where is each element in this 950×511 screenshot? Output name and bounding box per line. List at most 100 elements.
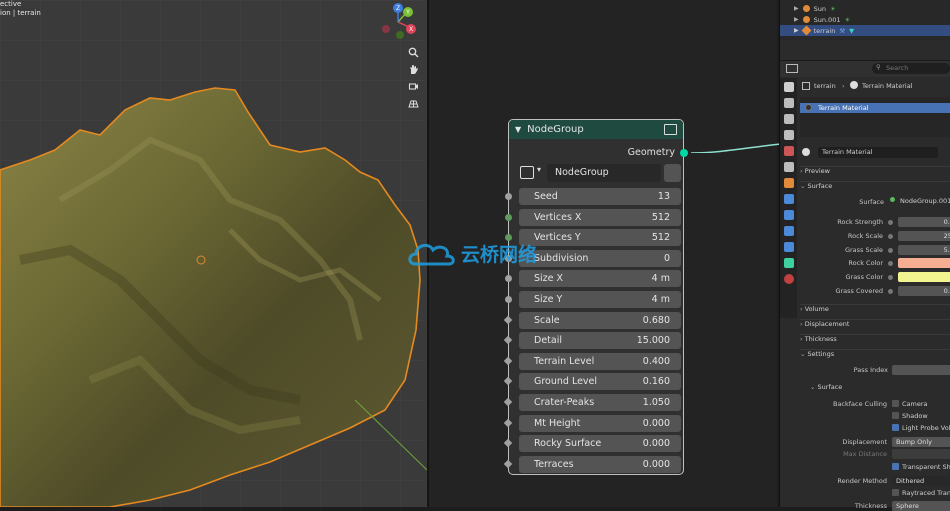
material-input-label: Rock Color	[848, 259, 883, 268]
node-input-socket[interactable]	[505, 296, 512, 303]
node-header[interactable]: ▼ NodeGroup	[509, 120, 683, 139]
color-swatch[interactable]	[898, 272, 950, 283]
3d-viewport[interactable]: ective ion | terrain Z Y X	[0, 0, 427, 507]
node-input-socket[interactable]	[503, 459, 513, 469]
constraints-icon[interactable]	[783, 242, 794, 252]
node-input-socket[interactable]	[505, 213, 512, 221]
thickness-panel-header[interactable]: › Thickness	[800, 334, 950, 347]
hand-icon[interactable]	[404, 60, 422, 78]
volume-panel-header[interactable]: › Volume	[800, 304, 950, 317]
physics-icon[interactable]	[783, 226, 794, 236]
outliner-item-label: Sun.001	[813, 15, 841, 24]
node-input-field[interactable]: Rocky Surface 0.000	[519, 435, 681, 453]
material-slot-item[interactable]: Terrain Material	[800, 103, 950, 113]
output-icon[interactable]	[783, 114, 794, 124]
dropdown-chevron-icon[interactable]: ▾	[537, 165, 541, 174]
camera-icon[interactable]	[404, 77, 422, 95]
scene-icon[interactable]	[783, 146, 794, 156]
nodegroup-node[interactable]: ▼ NodeGroup Geometry ▾ NodeGroup Seed 13 V…	[503, 119, 688, 475]
node-input-field[interactable]: Terraces 0.000	[519, 455, 681, 473]
outliner-item[interactable]: ▶ Sun.001 ☀	[794, 14, 850, 25]
group-name-field[interactable]: NodeGroup	[547, 164, 661, 182]
node-input-field[interactable]: Mt Height 0.000	[519, 414, 681, 432]
camera-checkbox[interactable]: Camera	[892, 400, 928, 408]
mesh-data-icon[interactable]	[783, 258, 794, 268]
material-input-value[interactable]: 5.0	[898, 244, 950, 255]
outliner[interactable]: ▶ Sun ☀ ▶ Sun.001 ☀ ▶ terrain ⚒ ▼	[780, 0, 950, 40]
properties-editor[interactable]: ▶ Sun ☀ ▶ Sun.001 ☀ ▶ terrain ⚒ ▼ Search…	[779, 0, 950, 511]
node-input-socket[interactable]	[503, 397, 513, 407]
thickness-mode-label: Thickness	[854, 502, 887, 510]
grid-icon[interactable]	[404, 94, 422, 112]
node-input-value: 0.680	[642, 314, 670, 326]
max-distance-field[interactable]	[892, 449, 950, 459]
viewport-object-label: ion | terrain	[0, 9, 41, 17]
render-icon[interactable]	[783, 98, 794, 108]
node-input-socket[interactable]	[503, 438, 513, 448]
material-input-value[interactable]: 25.	[898, 230, 950, 241]
material-name-field[interactable]: Terrain Material	[818, 147, 938, 158]
shadow-checkbox[interactable]: Shadow	[892, 412, 928, 420]
node-input-field[interactable]: Size Y 4 m	[519, 291, 681, 308]
node-input-field[interactable]: Scale 0.680	[519, 311, 681, 329]
node-input-field[interactable]: Ground Level 0.160	[519, 373, 681, 391]
viewport-mode-label: ective	[0, 0, 22, 8]
settings-panel-header[interactable]: ⌄ Settings	[800, 349, 950, 362]
light-probe-checkbox[interactable]: Light Probe Volu	[892, 424, 950, 432]
world-icon[interactable]	[783, 162, 794, 172]
node-input-value: 15.000	[636, 335, 670, 347]
pass-index-field[interactable]	[892, 365, 950, 375]
node-input-socket[interactable]	[503, 315, 513, 324]
node-input-label: Mt Height	[534, 417, 581, 429]
editor-type-icon[interactable]	[786, 64, 798, 73]
node-input-field[interactable]: Vertices X 512	[519, 208, 681, 226]
node-input-value: 512	[651, 211, 670, 223]
node-input-socket[interactable]	[505, 193, 512, 200]
raytraced-transmission-checkbox[interactable]: Raytraced Transm	[892, 489, 950, 497]
node-input-field[interactable]: Seed 13	[519, 188, 681, 205]
node-tree-icon[interactable]	[520, 166, 534, 179]
material-input-value[interactable]: 0.0	[898, 286, 950, 296]
outliner-item-selected[interactable]: ▶ terrain ⚒ ▼	[780, 25, 950, 36]
zoom-icon[interactable]	[404, 43, 422, 61]
render-method-select[interactable]: Dithered	[892, 476, 950, 486]
view-layer-icon[interactable]	[783, 130, 794, 140]
node-input-socket[interactable]	[503, 377, 513, 386]
displacement-panel-header[interactable]: › Displacement	[800, 319, 950, 332]
search-input[interactable]: Search	[872, 63, 950, 74]
node-input-field[interactable]: Crater-Peaks 1.050	[519, 394, 681, 411]
color-swatch[interactable]	[898, 258, 950, 269]
node-group-icon[interactable]	[664, 124, 677, 135]
geometry-output-socket[interactable]	[680, 149, 688, 157]
node-input-socket[interactable]	[503, 335, 513, 345]
fake-user-shield-icon[interactable]	[664, 164, 681, 182]
surface-panel-header[interactable]: ⌄ Surface	[800, 181, 950, 194]
displacement-method-select[interactable]: Bump Only	[892, 437, 950, 447]
material-icon[interactable]	[783, 274, 794, 284]
node-input-field[interactable]: Vertices Y 512	[519, 229, 681, 247]
collapse-chevron-icon[interactable]: ▼	[515, 125, 521, 134]
node-input-socket[interactable]	[503, 418, 513, 427]
node-input-socket[interactable]	[503, 356, 513, 366]
surface-subpanel-header[interactable]: ⌄ Surface	[810, 383, 842, 391]
node-group-selector[interactable]: ▾ NodeGroup	[519, 164, 681, 182]
node-input-socket[interactable]	[505, 275, 512, 283]
tool-icon[interactable]	[783, 82, 794, 92]
node-input-field[interactable]: Size X 4 m	[519, 270, 681, 288]
node-input-field[interactable]: Subdivision 0	[519, 249, 681, 267]
material-input-value[interactable]: 0.6	[898, 217, 950, 227]
node-input-field[interactable]: Detail 15.000	[519, 332, 681, 350]
outliner-item[interactable]: ▶ Sun ☀	[794, 3, 836, 14]
axis-gizmo[interactable]: Z Y X	[378, 2, 418, 42]
object-icon[interactable]	[783, 178, 794, 188]
preview-panel-header[interactable]: › Preview	[800, 166, 950, 179]
node-input-field[interactable]: Terrain Level 0.400	[519, 352, 681, 370]
outliner-item-label: Sun	[813, 4, 826, 13]
modifier-icon[interactable]	[783, 194, 794, 204]
outliner-item-label: terrain	[813, 26, 836, 35]
thickness-mode-select[interactable]: Sphere	[892, 501, 950, 511]
surface-shader-value[interactable]: NodeGroup.001	[900, 197, 950, 205]
particles-icon[interactable]	[783, 210, 794, 220]
browse-material-icon[interactable]	[802, 148, 810, 156]
transparent-shadows-checkbox[interactable]: Transparent Sha	[892, 463, 950, 471]
